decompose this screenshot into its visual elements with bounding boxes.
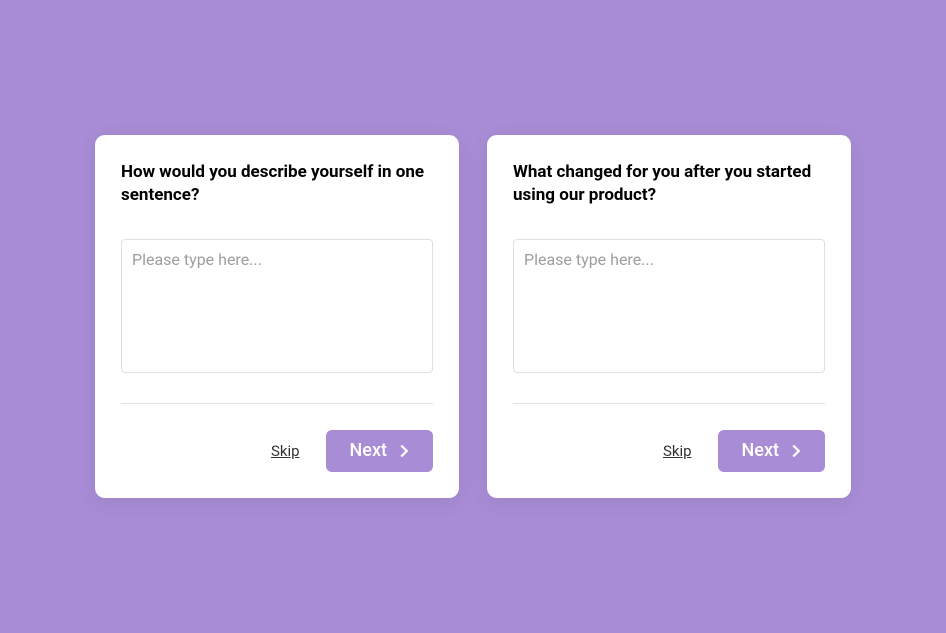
next-button-label: Next xyxy=(742,440,779,461)
survey-card-2: What changed for you after you started u… xyxy=(487,135,851,498)
next-button[interactable]: Next xyxy=(326,430,433,472)
skip-button[interactable]: Skip xyxy=(271,442,300,460)
card-actions: Skip Next xyxy=(121,430,433,472)
question-text: How would you describe yourself in one s… xyxy=(121,161,433,207)
survey-card-1: How would you describe yourself in one s… xyxy=(95,135,459,498)
answer-input[interactable] xyxy=(513,239,825,373)
divider xyxy=(513,403,825,404)
card-actions: Skip Next xyxy=(513,430,825,472)
answer-input[interactable] xyxy=(121,239,433,373)
divider xyxy=(121,403,433,404)
skip-button[interactable]: Skip xyxy=(663,442,692,460)
chevron-right-icon xyxy=(785,440,807,462)
next-button[interactable]: Next xyxy=(718,430,825,472)
next-button-label: Next xyxy=(350,440,387,461)
question-text: What changed for you after you started u… xyxy=(513,161,825,207)
chevron-right-icon xyxy=(393,440,415,462)
